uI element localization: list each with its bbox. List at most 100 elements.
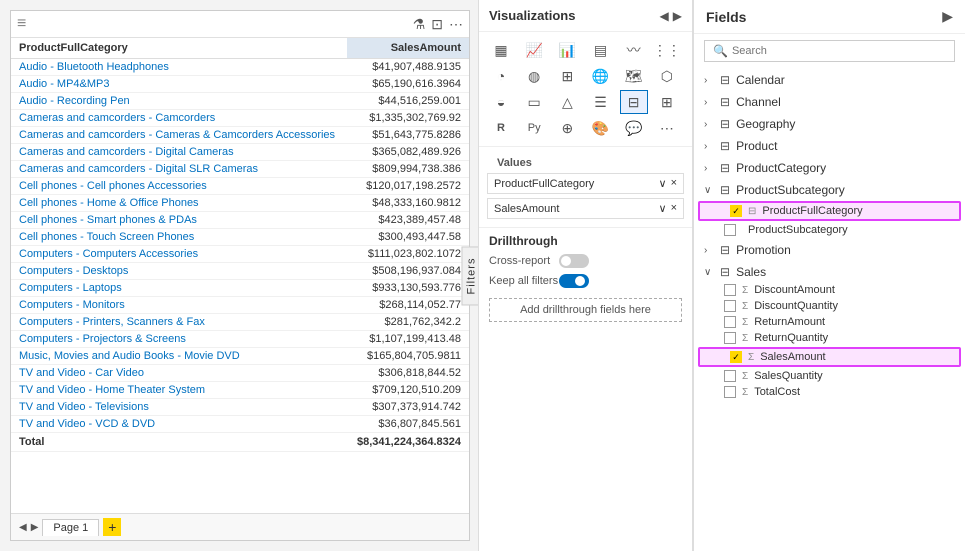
- chip-close-icon2[interactable]: ×: [671, 202, 677, 215]
- ribbon-chart-icon[interactable]: 〰: [620, 38, 648, 62]
- card-icon[interactable]: ▭: [520, 90, 548, 114]
- field-label: ReturnAmount: [754, 316, 825, 328]
- next-page-icon[interactable]: ▶: [31, 522, 39, 533]
- field-group-header-product[interactable]: › ⊟ Product: [694, 136, 965, 156]
- field-item-discountamount[interactable]: Σ DiscountAmount: [694, 282, 965, 298]
- field-checkbox[interactable]: ✓: [730, 205, 742, 217]
- field-item-returnquantity[interactable]: Σ ReturnQuantity: [694, 330, 965, 346]
- chip-close-icon[interactable]: ×: [671, 177, 677, 190]
- data-table: ProductFullCategory SalesAmount Audio - …: [11, 38, 469, 452]
- area-chart-icon[interactable]: 📊: [553, 38, 581, 62]
- line-chart-icon[interactable]: 📈: [520, 38, 548, 62]
- focus-icon[interactable]: ⊡: [431, 16, 443, 33]
- dotted-border-icon[interactable]: ⋯: [449, 16, 463, 33]
- group-label: Sales: [736, 265, 766, 279]
- field-item-productfullcategory[interactable]: ✓ ⊟ ProductFullCategory: [698, 201, 961, 221]
- field-group-header-productcategory[interactable]: › ⊟ ProductCategory: [694, 158, 965, 178]
- amount-cell: $423,389,457.48: [347, 212, 469, 229]
- matrix-icon[interactable]: ⊞: [653, 90, 681, 114]
- field-checkbox[interactable]: [724, 316, 736, 328]
- scatter-icon[interactable]: ⋮⋮: [653, 38, 681, 62]
- map-icon[interactable]: 🌐: [586, 64, 614, 88]
- slicer-icon[interactable]: ☰: [586, 90, 614, 114]
- filter-icon[interactable]: ⚗: [413, 16, 426, 33]
- viz-next-icon[interactable]: ▶: [673, 9, 682, 23]
- bar-chart-icon[interactable]: ▦: [487, 38, 515, 62]
- search-box[interactable]: 🔍: [704, 40, 955, 62]
- r-visual-icon[interactable]: R: [487, 116, 515, 140]
- field-item-salesquantity[interactable]: Σ SalesQuantity: [694, 368, 965, 384]
- field-group-header-promotion[interactable]: › ⊟ Promotion: [694, 240, 965, 260]
- prev-page-icon[interactable]: ◀: [19, 522, 27, 533]
- cross-report-track[interactable]: [559, 254, 589, 268]
- col-header-amount[interactable]: SalesAmount: [347, 38, 469, 59]
- paint-icon[interactable]: 🎨: [586, 116, 614, 140]
- value-chip-amount[interactable]: SalesAmount ∨ ×: [487, 198, 684, 219]
- cross-report-toggle[interactable]: [559, 254, 589, 268]
- keep-filters-toggle[interactable]: [559, 274, 589, 288]
- stacked-bar-icon[interactable]: ▤: [586, 38, 614, 62]
- funnel-icon[interactable]: ⬡: [653, 64, 681, 88]
- fields-header: Fields ▶: [694, 0, 965, 34]
- pie-chart-icon[interactable]: ◔: [487, 64, 515, 88]
- table-row: TV and Video - Home Theater System $709,…: [11, 382, 469, 399]
- table-row: Cameras and camcorders - Digital SLR Cam…: [11, 161, 469, 178]
- field-item-productsubcategory[interactable]: ProductSubcategory: [694, 222, 965, 238]
- field-item-salesamount[interactable]: ✓ Σ SalesAmount: [698, 347, 961, 367]
- field-type-icon: ⊟: [748, 206, 756, 217]
- keep-filters-track[interactable]: [559, 274, 589, 288]
- field-checkbox[interactable]: ✓: [730, 351, 742, 363]
- kpi-icon[interactable]: △: [553, 90, 581, 114]
- chip-amount-controls: ∨ ×: [659, 202, 678, 215]
- field-item-discountquantity[interactable]: Σ DiscountQuantity: [694, 298, 965, 314]
- fields-expand-icon[interactable]: ▶: [942, 8, 953, 25]
- field-checkbox[interactable]: [724, 224, 736, 236]
- page-tab[interactable]: Page 1: [42, 519, 99, 536]
- donut-icon[interactable]: ◍: [520, 64, 548, 88]
- field-checkbox[interactable]: [724, 284, 736, 296]
- chip-expand-icon2[interactable]: ∨: [659, 202, 667, 215]
- amount-cell: $307,373,914.742: [347, 399, 469, 416]
- field-checkbox[interactable]: [724, 370, 736, 382]
- field-checkbox[interactable]: [724, 332, 736, 344]
- chevron-icon: ∨: [704, 185, 714, 196]
- col-header-category[interactable]: ProductFullCategory: [11, 38, 347, 59]
- chip-expand-icon[interactable]: ∨: [659, 177, 667, 190]
- field-group-header-geography[interactable]: › ⊟ Geography: [694, 114, 965, 134]
- table-group-icon: ⊟: [720, 139, 730, 153]
- category-cell: TV and Video - Televisions: [11, 399, 347, 416]
- field-group-header-productsubcategory[interactable]: ∨ ⊟ ProductSubcategory: [694, 180, 965, 200]
- group-label: Channel: [736, 95, 781, 109]
- filled-map-icon[interactable]: 🗺: [620, 64, 648, 88]
- search-input[interactable]: [732, 45, 946, 57]
- gauge-icon[interactable]: ◒: [487, 90, 515, 114]
- qa-icon[interactable]: 💬: [620, 116, 648, 140]
- add-page-button[interactable]: +: [103, 518, 121, 536]
- drag-handle-icon[interactable]: ≡: [17, 15, 26, 33]
- table-row: Audio - MP4&MP3 $65,190,616.3964: [11, 76, 469, 93]
- custom-visual-icon[interactable]: ⊕: [553, 116, 581, 140]
- field-checkbox[interactable]: [724, 386, 736, 398]
- field-label: TotalCost: [754, 386, 800, 398]
- value-chip-category[interactable]: ProductFullCategory ∨ ×: [487, 173, 684, 194]
- amount-cell: $281,762,342.2: [347, 314, 469, 331]
- treemap-icon[interactable]: ⊞: [553, 64, 581, 88]
- field-group-header-sales[interactable]: ∨ ⊟ Sales: [694, 262, 965, 282]
- category-cell: Cameras and camcorders - Digital SLR Cam…: [11, 161, 347, 178]
- field-item-returnamount[interactable]: Σ ReturnAmount: [694, 314, 965, 330]
- python-icon[interactable]: Py: [520, 116, 548, 140]
- add-drillthrough-button[interactable]: Add drillthrough fields here: [489, 298, 682, 322]
- table-viz-icon[interactable]: ⊟: [620, 90, 648, 114]
- field-checkbox[interactable]: [724, 300, 736, 312]
- field-group-header-channel[interactable]: › ⊟ Channel: [694, 92, 965, 112]
- values-section: Values ProductFullCategory ∨ × SalesAmou…: [479, 147, 692, 227]
- viz-prev-icon[interactable]: ◀: [660, 9, 669, 23]
- field-group-header-calendar[interactable]: › ⊟ Calendar: [694, 70, 965, 90]
- category-cell: Computers - Computers Accessories: [11, 246, 347, 263]
- keep-filters-row: Keep all filters: [489, 274, 682, 288]
- field-type-icon: Σ: [742, 285, 748, 296]
- field-item-totalcost[interactable]: Σ TotalCost: [694, 384, 965, 400]
- more-icon[interactable]: ⋯: [653, 116, 681, 140]
- fields-title: Fields: [706, 9, 746, 25]
- category-cell: Computers - Printers, Scanners & Fax: [11, 314, 347, 331]
